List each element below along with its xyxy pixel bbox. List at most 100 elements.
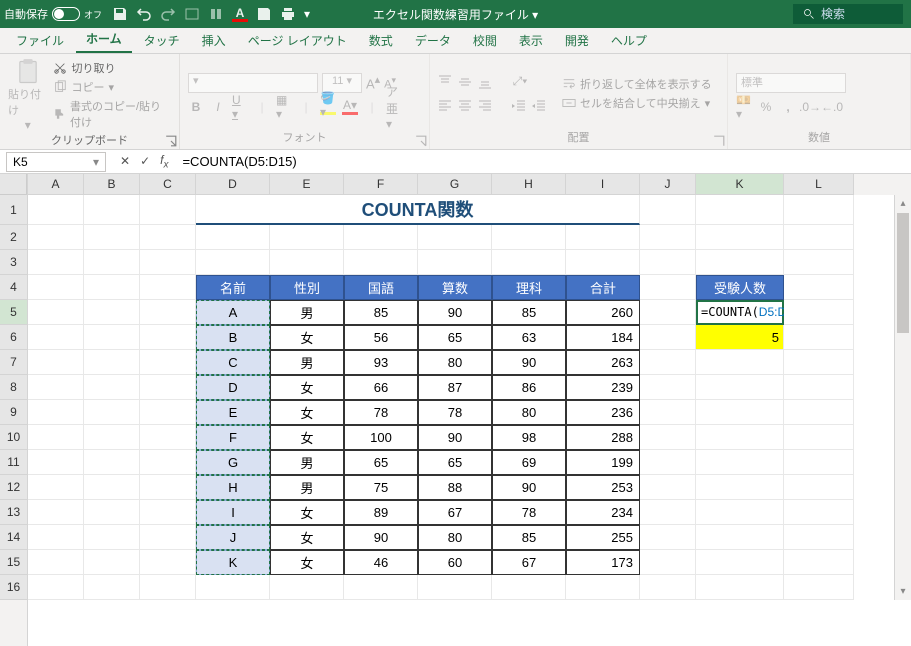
- cell[interactable]: [28, 500, 84, 525]
- score-cell[interactable]: 80: [492, 400, 566, 425]
- row-header-2[interactable]: 2: [0, 225, 27, 250]
- cell[interactable]: [784, 450, 854, 475]
- cell[interactable]: [28, 275, 84, 300]
- percent-button[interactable]: %: [758, 99, 774, 115]
- cell[interactable]: [28, 225, 84, 250]
- active-cell[interactable]: =COUNTA(D5:D15): [696, 300, 784, 325]
- cell[interactable]: [696, 375, 784, 400]
- comma-button[interactable]: ,: [780, 99, 796, 115]
- cell[interactable]: [696, 400, 784, 425]
- tab-校閲[interactable]: 校閲: [463, 27, 507, 53]
- cell[interactable]: [696, 500, 784, 525]
- scrollbar-thumb[interactable]: [897, 213, 909, 333]
- search-box[interactable]: [793, 4, 903, 24]
- cell[interactable]: [696, 475, 784, 500]
- total-cell[interactable]: 173: [566, 550, 640, 575]
- score-cell[interactable]: 65: [344, 450, 418, 475]
- copy-button[interactable]: コピー▾: [53, 79, 171, 95]
- cell[interactable]: [84, 225, 140, 250]
- score-cell[interactable]: 75: [344, 475, 418, 500]
- cell[interactable]: [140, 375, 196, 400]
- score-cell[interactable]: 90: [344, 525, 418, 550]
- sex-cell[interactable]: 男: [270, 450, 344, 475]
- cell[interactable]: [696, 250, 784, 275]
- cell[interactable]: [784, 375, 854, 400]
- decrease-indent-icon[interactable]: [512, 99, 526, 113]
- chevron-down-icon[interactable]: ▾: [93, 155, 99, 169]
- table-header[interactable]: 性別: [270, 275, 344, 300]
- paste-button[interactable]: 貼り付け ▾: [8, 58, 47, 132]
- title-cell[interactable]: COUNTA関数: [196, 195, 640, 225]
- phonetic-button[interactable]: ア亜▾: [386, 99, 402, 115]
- table-header[interactable]: 理科: [492, 275, 566, 300]
- score-cell[interactable]: 69: [492, 450, 566, 475]
- cell[interactable]: [84, 325, 140, 350]
- cell[interactable]: [28, 325, 84, 350]
- cell[interactable]: [140, 300, 196, 325]
- col-header-B[interactable]: B: [84, 174, 140, 195]
- cell[interactable]: [196, 575, 270, 600]
- cell[interactable]: [418, 250, 492, 275]
- score-cell[interactable]: 67: [418, 500, 492, 525]
- cell[interactable]: [84, 425, 140, 450]
- font-select[interactable]: ▾: [188, 73, 318, 93]
- cell[interactable]: [28, 250, 84, 275]
- row-header-14[interactable]: 14: [0, 525, 27, 550]
- total-cell[interactable]: 255: [566, 525, 640, 550]
- tab-挿入[interactable]: 挿入: [192, 27, 236, 53]
- tab-開発[interactable]: 開発: [555, 27, 599, 53]
- fill-color-button[interactable]: 🪣▾: [320, 99, 336, 115]
- cell[interactable]: [84, 500, 140, 525]
- table-header[interactable]: 合計: [566, 275, 640, 300]
- cut-button[interactable]: 切り取り: [53, 60, 171, 76]
- cell[interactable]: [140, 500, 196, 525]
- font-color-button[interactable]: A▾: [342, 99, 358, 115]
- score-cell[interactable]: 90: [418, 300, 492, 325]
- sex-cell[interactable]: 女: [270, 375, 344, 400]
- save-as-icon[interactable]: [256, 6, 272, 22]
- vertical-scrollbar[interactable]: ▴ ▾: [894, 195, 911, 600]
- row-header-3[interactable]: 3: [0, 250, 27, 275]
- cell[interactable]: [28, 550, 84, 575]
- enter-formula-button[interactable]: ✓: [140, 154, 150, 168]
- border-button[interactable]: ▦ ▾: [276, 99, 292, 115]
- col-header-I[interactable]: I: [566, 174, 640, 195]
- total-cell[interactable]: 239: [566, 375, 640, 400]
- tab-ファイル[interactable]: ファイル: [6, 27, 74, 53]
- cell[interactable]: [784, 350, 854, 375]
- cell[interactable]: [28, 425, 84, 450]
- cell[interactable]: [84, 300, 140, 325]
- cell[interactable]: [640, 325, 696, 350]
- accounting-format-button[interactable]: 💴▾: [736, 99, 752, 115]
- cell[interactable]: [84, 400, 140, 425]
- cell[interactable]: [640, 450, 696, 475]
- align-center-icon[interactable]: [458, 99, 472, 113]
- merge-center-button[interactable]: セルを結合して中央揃え▾: [562, 95, 712, 111]
- row-header-4[interactable]: 4: [0, 275, 27, 300]
- align-right-icon[interactable]: [478, 99, 492, 113]
- cell[interactable]: [784, 195, 854, 225]
- cell[interactable]: [566, 575, 640, 600]
- score-cell[interactable]: 65: [418, 450, 492, 475]
- score-cell[interactable]: 78: [492, 500, 566, 525]
- cell[interactable]: [84, 525, 140, 550]
- cell[interactable]: [566, 250, 640, 275]
- dialog-launcher-icon[interactable]: [415, 135, 427, 147]
- undo-icon[interactable]: [136, 6, 152, 22]
- row-header-11[interactable]: 11: [0, 450, 27, 475]
- cell[interactable]: [344, 250, 418, 275]
- sex-cell[interactable]: 女: [270, 550, 344, 575]
- scroll-down-icon[interactable]: ▾: [895, 583, 911, 600]
- name-cell[interactable]: F: [196, 425, 270, 450]
- print-icon[interactable]: [280, 6, 296, 22]
- table-header[interactable]: 名前: [196, 275, 270, 300]
- col-header-J[interactable]: J: [640, 174, 696, 195]
- cell[interactable]: [784, 575, 854, 600]
- side-header[interactable]: 受験人数: [696, 275, 784, 300]
- cell[interactable]: [270, 250, 344, 275]
- cell[interactable]: [140, 525, 196, 550]
- total-cell[interactable]: 184: [566, 325, 640, 350]
- score-cell[interactable]: 80: [418, 525, 492, 550]
- tab-ページ レイアウト[interactable]: ページ レイアウト: [238, 27, 357, 53]
- cell[interactable]: [784, 400, 854, 425]
